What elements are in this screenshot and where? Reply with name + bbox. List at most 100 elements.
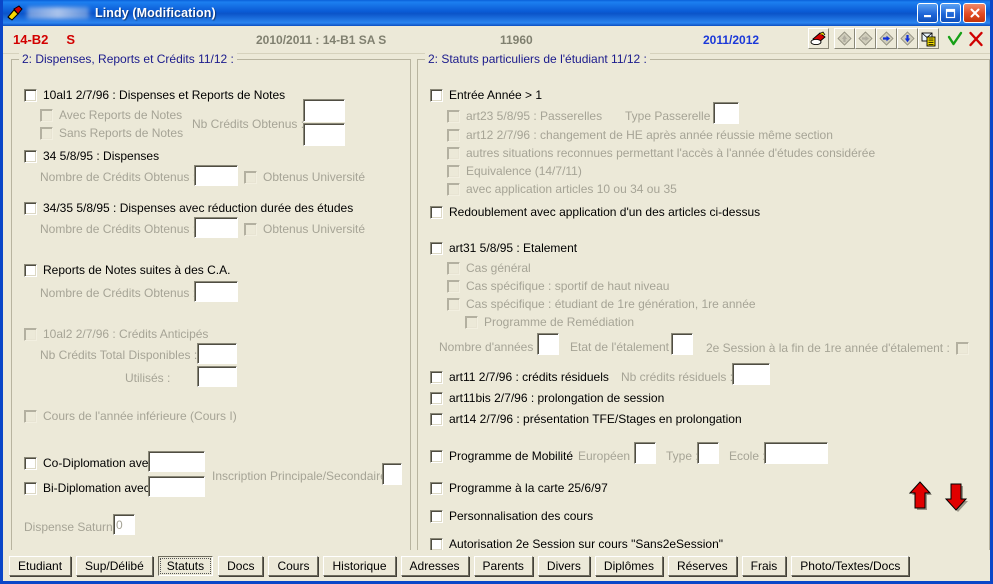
checkbox-row-art31[interactable]: art31 5/8/95 : Etalement [430, 241, 577, 255]
tab-adresses[interactable]: Adresses [400, 555, 469, 576]
checkbox-cas-general[interactable] [447, 261, 460, 275]
input-europeen[interactable] [634, 442, 656, 464]
checkbox-row-obtenus-univ-2[interactable]: Obtenus Université [244, 222, 365, 236]
cancel-icon[interactable] [965, 28, 986, 49]
checkbox-row-autres-situations[interactable]: autres situations reconnues permettant l… [447, 146, 875, 160]
input-nombre-credits-1[interactable] [194, 165, 238, 186]
input-type-passerelle[interactable] [713, 102, 739, 124]
notes-icon[interactable] [918, 28, 939, 49]
tab-parents[interactable]: Parents [473, 555, 533, 576]
tab-sup-d-lib[interactable]: Sup/Délibé [76, 555, 153, 576]
input-type[interactable] [697, 442, 719, 464]
checkbox-obtenus-universite-1[interactable] [244, 170, 257, 184]
checkbox-entree-annee[interactable] [430, 88, 443, 102]
checkbox-bi-diplomation[interactable] [24, 481, 37, 495]
checkbox-sans-reports[interactable] [40, 126, 53, 140]
checkbox-row-personnalisation[interactable]: Personnalisation des cours [430, 509, 593, 523]
checkbox-row-10al1[interactable]: 10al1 2/7/96 : Dispenses et Reports de N… [24, 88, 285, 102]
input-co-diplomation[interactable] [148, 451, 205, 472]
checkbox-row-mobilite[interactable]: Programme de Mobilité [430, 449, 573, 463]
checkbox-remediation[interactable] [465, 315, 478, 329]
checkbox-row-cours-inferieure[interactable]: Cours de l'année inférieure (Cours I) [24, 409, 237, 423]
checkbox-row-10al2[interactable]: 10al2 2/7/96 : Crédits Anticipés [24, 327, 208, 341]
checkbox-mobilite[interactable] [430, 449, 443, 463]
input-nb-total-disponibles[interactable] [197, 343, 237, 364]
checkbox-art14[interactable] [430, 412, 443, 426]
checkbox-row-art14[interactable]: art14 2/7/96 : présentation TFE/Stages e… [430, 412, 742, 426]
checkbox-3435[interactable] [24, 201, 37, 215]
tab-r-serves[interactable]: Réserves [667, 555, 737, 576]
checkbox-row-bi-diplomation[interactable]: Bi-Diplomation avec : [24, 481, 156, 495]
minimize-button[interactable] [917, 3, 938, 23]
next-record-icon[interactable] [876, 28, 897, 49]
checkbox-art12[interactable] [447, 128, 460, 142]
move-down-icon[interactable] [944, 480, 968, 517]
checkbox-art11[interactable] [430, 370, 443, 384]
checkbox-row-avec-application[interactable]: avec application articles 10 ou 34 ou 35 [447, 182, 677, 196]
checkbox-10al1[interactable] [24, 88, 37, 102]
checkbox-34[interactable] [24, 149, 37, 163]
checkbox-row-equivalence[interactable]: Equivalence (14/7/11) [447, 164, 582, 178]
checkbox-10al2[interactable] [24, 327, 37, 341]
checkbox-reports-ca[interactable] [24, 263, 37, 277]
checkbox-art11bis[interactable] [430, 391, 443, 405]
checkbox-art31[interactable] [430, 241, 443, 255]
checkbox-row-art23[interactable]: art23 5/8/95 : Passerelles [447, 109, 602, 123]
tab-docs[interactable]: Docs [218, 555, 264, 576]
input-utilises[interactable] [197, 366, 237, 387]
input-nombre-annees[interactable] [537, 333, 559, 355]
checkbox-row-obtenus-univ-1[interactable]: Obtenus Université [244, 170, 365, 184]
checkbox-row-cas-1re-generation[interactable]: Cas spécifique : étudiant de 1re générat… [447, 297, 756, 311]
first-record-icon[interactable] [834, 28, 855, 49]
previous-record-icon[interactable] [855, 28, 876, 49]
move-up-icon[interactable] [908, 480, 932, 517]
input-nombre-credits-3[interactable] [194, 281, 238, 302]
input-bi-diplomation[interactable] [148, 476, 205, 497]
checkbox-row-carte[interactable]: Programme à la carte 25/6/97 [430, 481, 608, 495]
row-2e-session-fin[interactable]: 2e Session à la fin de 1re année d'étale… [706, 341, 969, 355]
input-nombre-credits-2[interactable] [194, 217, 238, 238]
tab-historique[interactable]: Historique [323, 555, 396, 576]
checkbox-cas-1re-generation[interactable] [447, 297, 460, 311]
tab-divers[interactable]: Divers [537, 555, 590, 576]
checkbox-row-art12[interactable]: art12 2/7/96 : changement de HE après an… [447, 128, 833, 142]
tab-cours[interactable]: Cours [268, 555, 319, 576]
checkbox-row-entree-annee[interactable]: Entrée Année > 1 [430, 88, 542, 102]
checkbox-programme-carte[interactable] [430, 481, 443, 495]
input-ecole[interactable] [764, 442, 828, 464]
tab-frais[interactable]: Frais [741, 555, 787, 576]
input-nb-credits-1[interactable] [303, 99, 345, 122]
input-dispense-saturn[interactable]: 0 [113, 514, 135, 535]
input-nb-credits-residuels[interactable] [732, 363, 770, 385]
maximize-button[interactable] [940, 3, 961, 23]
checkbox-avec-reports[interactable] [40, 108, 53, 122]
checkbox-cas-sportif[interactable] [447, 279, 460, 293]
checkbox-obtenus-universite-2[interactable] [244, 222, 257, 236]
checkbox-row-autorisation[interactable]: Autorisation 2e Session sur cours "Sans2… [430, 537, 723, 551]
checkbox-row-art11[interactable]: art11 2/7/96 : crédits résiduels [430, 370, 609, 384]
checkbox-row-avec-reports[interactable]: Avec Reports de Notes [40, 108, 182, 122]
input-etat-etalement[interactable] [671, 333, 693, 355]
last-record-icon[interactable] [897, 28, 918, 49]
checkbox-row-34[interactable]: 34 5/8/95 : Dispenses [24, 149, 159, 163]
checkbox-row-remediation[interactable]: Programme de Remédiation [465, 315, 634, 329]
checkbox-cours-inferieure[interactable] [24, 409, 37, 423]
tab-etudiant[interactable]: Etudiant [9, 555, 72, 576]
checkbox-row-reports-ca[interactable]: Reports de Notes suites à des C.A. [24, 263, 230, 277]
checkbox-autorisation-2e-session[interactable] [430, 537, 443, 551]
checkbox-co-diplomation[interactable] [24, 456, 37, 470]
tab-dipl-mes[interactable]: Diplômes [594, 555, 663, 576]
checkbox-equivalence[interactable] [447, 164, 460, 178]
input-inscription-principale-secondaire[interactable] [382, 463, 402, 485]
input-nb-credits-2[interactable] [303, 123, 345, 146]
tab-photo-textes-docs[interactable]: Photo/Textes/Docs [791, 555, 910, 576]
checkbox-personnalisation[interactable] [430, 509, 443, 523]
validate-icon[interactable] [944, 28, 965, 49]
checkbox-redoublement[interactable] [430, 205, 443, 219]
checkbox-2e-session-fin-etalement[interactable] [955, 341, 969, 355]
close-button[interactable] [963, 3, 986, 23]
checkbox-row-art11bis[interactable]: art11bis 2/7/96 : prolongation de sessio… [430, 391, 664, 405]
print-icon[interactable] [808, 28, 829, 49]
checkbox-avec-application[interactable] [447, 182, 460, 196]
checkbox-autres-situations[interactable] [447, 146, 460, 160]
